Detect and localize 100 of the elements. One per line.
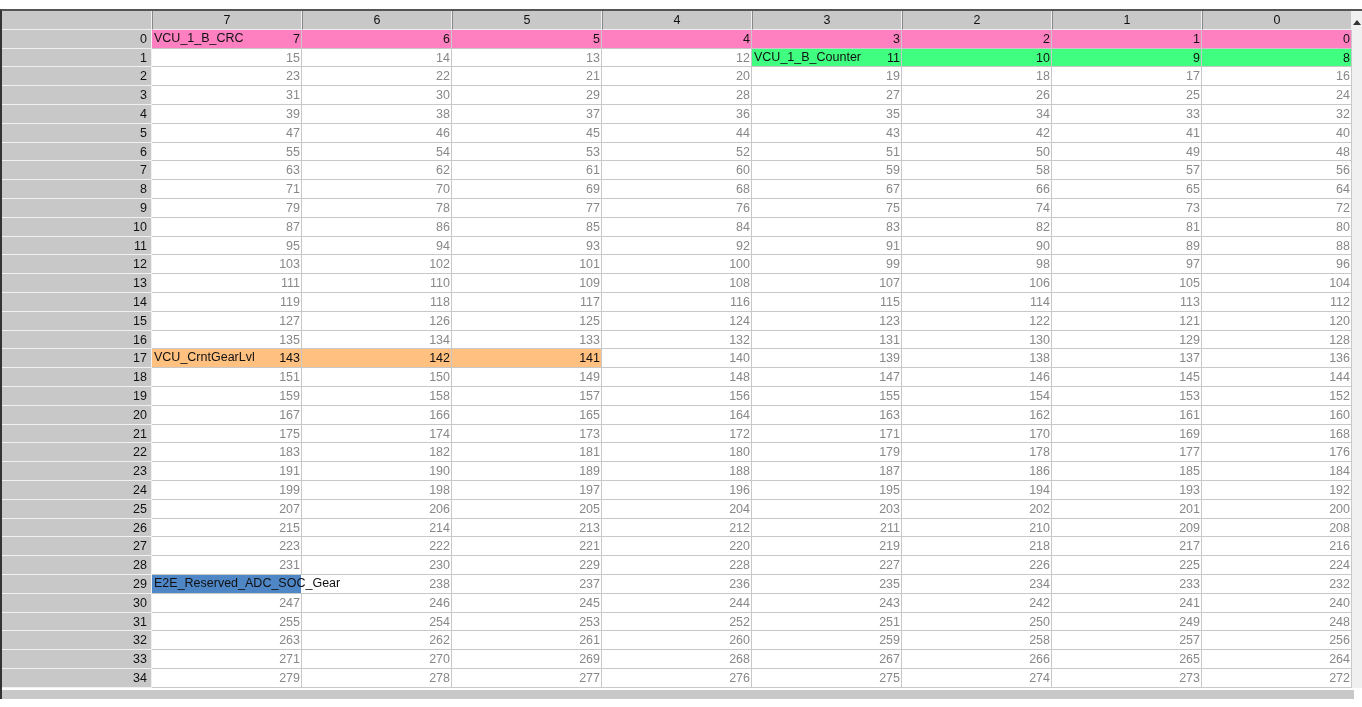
table-cell: 195 <box>752 480 902 500</box>
table-cell: 137 <box>1052 349 1202 369</box>
table-cell: 26 <box>902 86 1052 105</box>
table-cell: 111 <box>152 274 302 293</box>
row-header[interactable]: 28 <box>2 556 152 575</box>
table-cell: 214 <box>302 518 452 538</box>
table-cell: 68 <box>602 180 752 199</box>
table-cell: 189 <box>452 462 602 481</box>
table-cell: 76 <box>602 198 752 218</box>
signal-cell[interactable]: 142 <box>302 349 452 369</box>
table-cell: 129 <box>1052 330 1202 350</box>
horizontal-scrollbar[interactable] <box>2 689 1354 699</box>
table-cell: 118 <box>302 292 452 312</box>
table-cell: 178 <box>902 443 1052 463</box>
column-header[interactable]: 4 <box>602 11 752 30</box>
signal-cell[interactable]: VCU_CrntGearLvl 143 <box>152 349 302 369</box>
table-cell: 61 <box>452 161 602 181</box>
row-header[interactable]: 22 <box>2 443 152 463</box>
table-cell: 148 <box>602 368 752 387</box>
table-cell: 179 <box>752 443 902 463</box>
table-cell: 29 <box>452 86 602 105</box>
table-cell: 177 <box>1052 443 1202 463</box>
row-header[interactable]: 18 <box>2 368 152 387</box>
table-cell: 65 <box>1052 180 1202 199</box>
table-cell: 66 <box>902 180 1052 199</box>
table-cell: 227 <box>752 556 902 575</box>
vertical-scrollbar[interactable] <box>1352 11 1362 688</box>
table-cell: 276 <box>602 668 752 688</box>
table-cell: 19 <box>752 67 902 87</box>
table-cell: 155 <box>752 386 902 406</box>
table-cell: 125 <box>452 311 602 331</box>
table-cell: 38 <box>302 105 452 124</box>
table-cell: 158 <box>302 386 452 406</box>
table-cell: 203 <box>752 499 902 519</box>
table-cell: 193 <box>1052 480 1202 500</box>
table-cell: 237 <box>452 574 602 594</box>
table-cell: 159 <box>152 386 302 406</box>
column-header[interactable]: 5 <box>452 11 602 30</box>
row-header[interactable]: 8 <box>2 180 152 199</box>
table-cell: 79 <box>152 198 302 218</box>
table-cell: 27 <box>752 86 902 105</box>
table-cell: 18 <box>902 67 1052 87</box>
column-header[interactable]: 2 <box>902 11 1052 30</box>
table-cell: 162 <box>902 405 1052 425</box>
table-cell: 266 <box>902 650 1052 669</box>
table-cell: 62 <box>302 161 452 181</box>
table-cell: 205 <box>452 499 602 519</box>
table-cell: 157 <box>452 386 602 406</box>
table-cell: 174 <box>302 424 452 444</box>
table-cell: 147 <box>752 368 902 387</box>
column-header[interactable]: 7 <box>152 11 302 30</box>
column-header[interactable]: 0 <box>1202 11 1352 30</box>
table-cell: 49 <box>1052 142 1202 162</box>
table-cell: 201 <box>1052 499 1202 519</box>
column-header[interactable]: 1 <box>1052 11 1202 30</box>
column-header[interactable]: 6 <box>302 11 452 30</box>
table-cell: 213 <box>452 518 602 538</box>
table-cell: 83 <box>752 217 902 237</box>
scroll-up-arrow-icon[interactable] <box>1353 19 1361 25</box>
row-header[interactable]: 12 <box>2 255 152 275</box>
row-header[interactable]: 23 <box>2 462 152 481</box>
table-cell: 78 <box>302 198 452 218</box>
table-cell: 249 <box>1052 612 1202 632</box>
table-cell: 233 <box>1052 574 1202 594</box>
table-cell: 164 <box>602 405 752 425</box>
row-header[interactable]: 7 <box>2 161 152 181</box>
table-cell: 81 <box>1052 217 1202 237</box>
table-cell: 84 <box>602 217 752 237</box>
table-cell: 36 <box>602 105 752 124</box>
table-cell: 17 <box>1052 67 1202 87</box>
table-cell: 252 <box>602 612 752 632</box>
table-cell: 194 <box>902 480 1052 500</box>
row-header[interactable]: 32 <box>2 631 152 651</box>
table-cell: 103 <box>152 255 302 275</box>
table-cell: 91 <box>752 236 902 256</box>
table-cell: 244 <box>602 593 752 613</box>
signal-cell[interactable]: 141 <box>452 349 602 369</box>
table-cell: 186 <box>902 462 1052 481</box>
table-cell: 166 <box>302 405 452 425</box>
row-header[interactable]: 17 <box>2 349 152 369</box>
table-cell: 12 <box>602 48 752 68</box>
row-header[interactable]: 13 <box>2 274 152 293</box>
table-cell: 206 <box>302 499 452 519</box>
table-cell: 275 <box>752 668 902 688</box>
table-cell: 228 <box>602 556 752 575</box>
table-cell: 41 <box>1052 123 1202 143</box>
signal-label: VCU_1_B_Counter <box>754 48 861 65</box>
table-cell: 30 <box>302 86 452 105</box>
table-cell: 165 <box>452 405 602 425</box>
row-header[interactable]: 3 <box>2 86 152 105</box>
row-header[interactable]: 27 <box>2 537 152 557</box>
column-header[interactable]: 3 <box>752 11 902 30</box>
table-cell: 145 <box>1052 368 1202 387</box>
table-cell: 173 <box>452 424 602 444</box>
row-header[interactable]: 2 <box>2 67 152 87</box>
table-cell: 207 <box>152 499 302 519</box>
row-header[interactable]: 33 <box>2 650 152 669</box>
table-cell: 108 <box>602 274 752 293</box>
corner-header[interactable] <box>2 11 152 30</box>
table-cell: 150 <box>302 368 452 387</box>
